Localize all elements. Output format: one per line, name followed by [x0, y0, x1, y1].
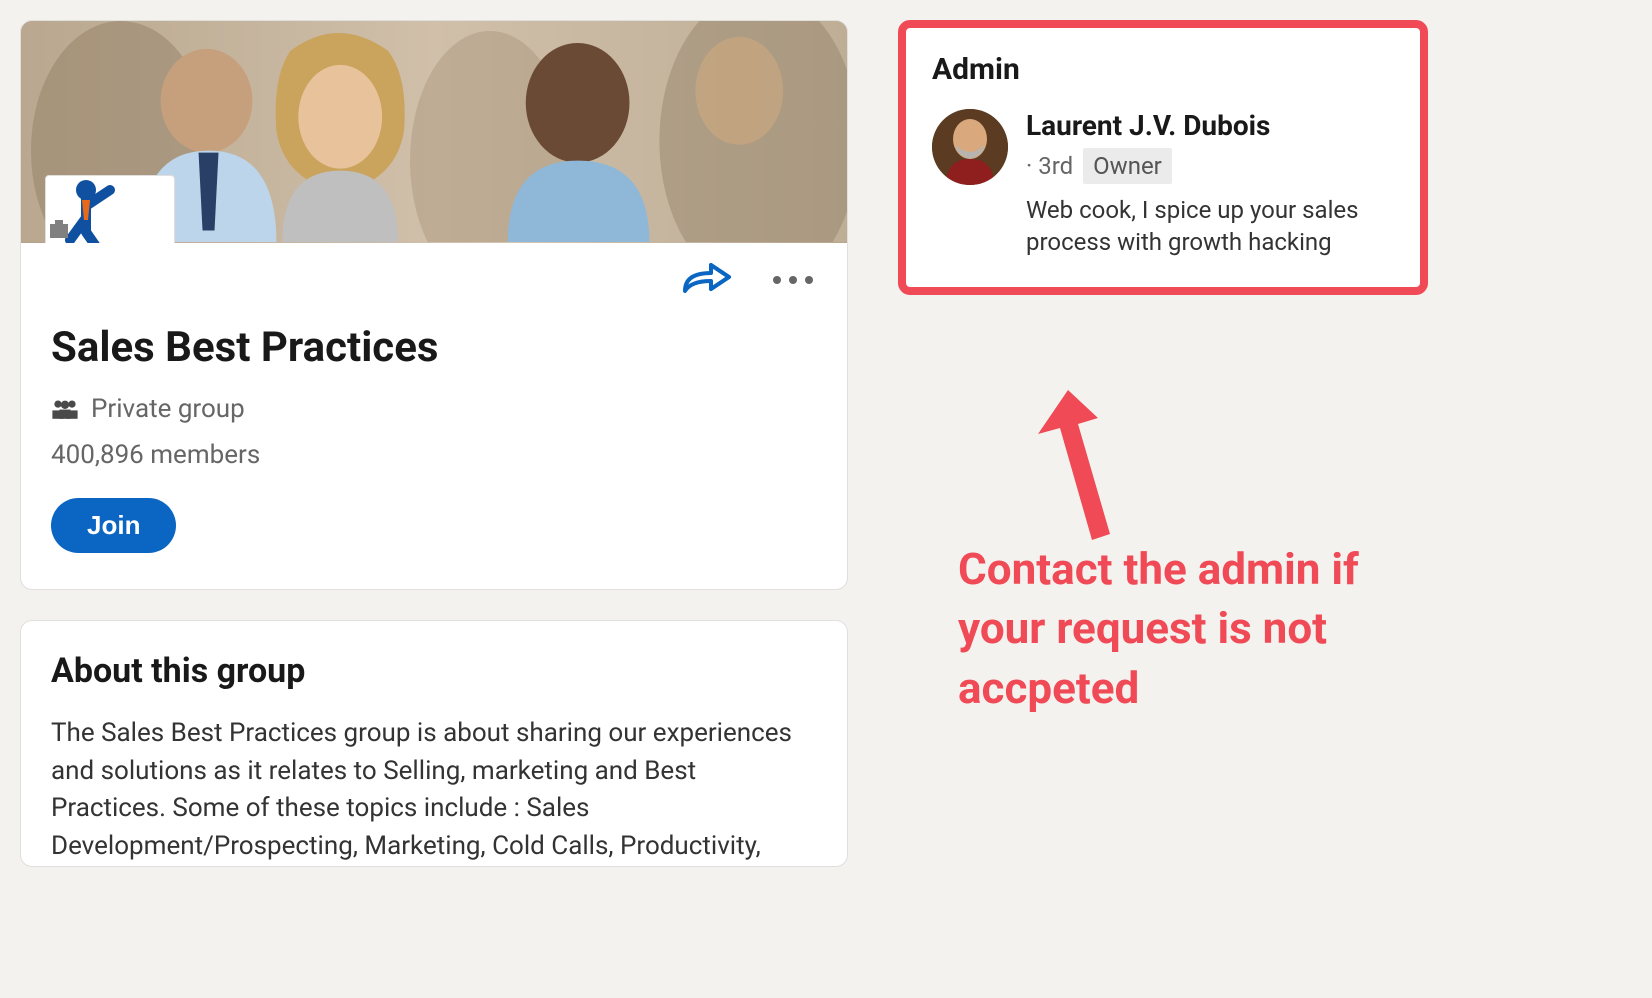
- group-title: Sales Best Practices: [51, 323, 817, 372]
- about-description: The Sales Best Practices group is about …: [51, 715, 817, 866]
- more-options-icon[interactable]: [769, 276, 817, 284]
- admin-bio: Web cook, I spice up your sales process …: [1026, 194, 1394, 259]
- group-members-count: 400,896 members: [51, 440, 817, 470]
- about-card: About this group The Sales Best Practice…: [20, 620, 848, 867]
- annotation-arrow-icon: [1038, 390, 1158, 540]
- cover-image: [21, 21, 847, 243]
- annotation-text: Contact the admin if your request is not…: [958, 540, 1438, 718]
- about-heading: About this group: [51, 651, 817, 691]
- avatar: [932, 109, 1008, 185]
- group-header-card: Sales Best Practices Private group 400,8…: [20, 20, 848, 590]
- join-button[interactable]: Join: [51, 498, 176, 553]
- share-icon[interactable]: [681, 261, 733, 299]
- owner-badge: Owner: [1083, 148, 1172, 184]
- admin-name: Laurent J.V. Dubois: [1026, 109, 1394, 142]
- private-group-icon: [51, 398, 79, 420]
- connection-degree: · 3rd: [1026, 152, 1073, 180]
- admin-section-title: Admin: [932, 52, 1394, 87]
- admin-card: Admin Laurent J.V. Dubois · 3rd Owner: [898, 20, 1428, 295]
- admin-profile[interactable]: Laurent J.V. Dubois · 3rd Owner Web cook…: [932, 109, 1394, 259]
- group-privacy-label: Private group: [91, 394, 245, 424]
- group-logo: [45, 175, 175, 243]
